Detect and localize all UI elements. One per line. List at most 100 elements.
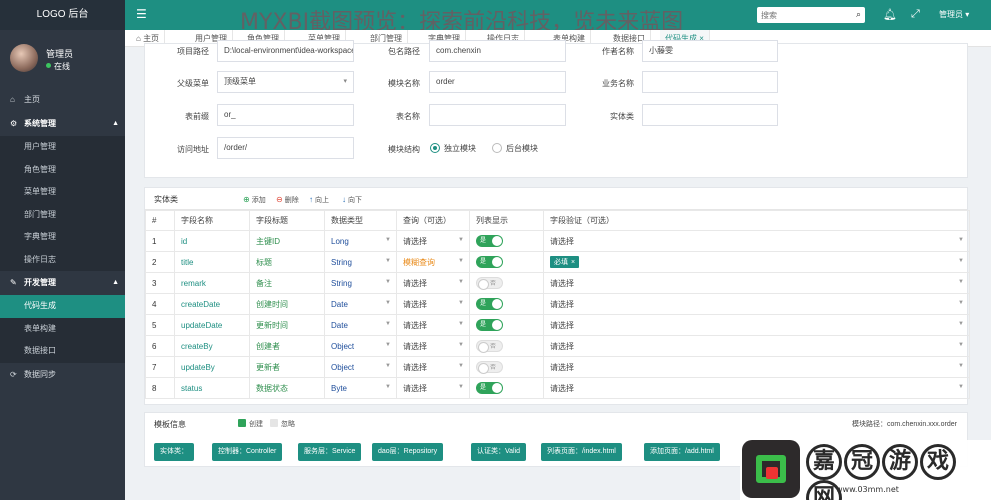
cell-validation[interactable]: 请选择 ▼: [543, 377, 970, 399]
list-show-toggle[interactable]: 否: [476, 361, 503, 374]
fullscreen-icon[interactable]: ⤢: [911, 8, 920, 21]
delete-button[interactable]: ⊖ 删除: [276, 195, 299, 205]
list-show-toggle[interactable]: 是: [476, 298, 503, 310]
cell-data-type[interactable]: Long ▼: [324, 230, 397, 252]
sidebar-item-home[interactable]: ⌂ 主页: [0, 88, 125, 112]
cell-query[interactable]: 模糊查询 ▼: [396, 251, 470, 273]
cell-validation[interactable]: 请选择 ▼: [543, 272, 970, 294]
cell-field-name[interactable]: status: [174, 377, 250, 399]
cell-data-type[interactable]: Byte ▼: [324, 377, 397, 399]
cell-query[interactable]: 请选择 ▼: [396, 314, 470, 336]
sidebar-item-dictionary[interactable]: 字典管理: [0, 226, 125, 249]
cell-query[interactable]: 请选择 ▼: [396, 293, 470, 315]
template-add-page-button[interactable]: 添加页面：/add.html: [644, 443, 720, 461]
cell-field-title[interactable]: 数据状态: [249, 377, 325, 399]
search-input[interactable]: [757, 7, 847, 23]
list-show-toggle[interactable]: 是: [476, 235, 503, 247]
cell-field-name[interactable]: createDate: [174, 293, 250, 315]
required-tag[interactable]: 必填 ×: [550, 256, 580, 268]
cell-query[interactable]: 请选择 ▼: [396, 335, 470, 357]
cell-query[interactable]: 请选择 ▼: [396, 272, 470, 294]
sidebar-item-dataapi[interactable]: 数据接口: [0, 340, 125, 363]
cell-data-type[interactable]: Object ▼: [324, 335, 397, 357]
cell-query[interactable]: 请选择 ▼: [396, 356, 470, 378]
move-down-button[interactable]: ↓ 向下: [342, 195, 362, 205]
list-show-toggle[interactable]: 是: [476, 256, 503, 268]
cell-validation[interactable]: 请选择 ▼: [543, 314, 970, 336]
move-up-button[interactable]: ↑ 向上: [309, 195, 329, 205]
cell-validation[interactable]: 请选择 ▼: [543, 230, 970, 252]
search-icon[interactable]: ⌕: [856, 9, 861, 20]
sidebar-item-roles[interactable]: 角色管理: [0, 158, 125, 181]
sidebar-item-departments[interactable]: 部门管理: [0, 203, 125, 226]
table-name-input[interactable]: [429, 104, 566, 126]
chevron-down-icon: ▼: [958, 342, 964, 348]
sidebar-item-codegen[interactable]: 代码生成: [0, 295, 125, 318]
author-input[interactable]: 小藤雯: [642, 40, 778, 62]
sidebar-item-sync[interactable]: ⟳ 数据同步: [0, 363, 125, 387]
sidebar-item-oplog[interactable]: 操作日志: [0, 248, 125, 271]
cell-field-name[interactable]: updateBy: [174, 356, 250, 378]
template-repository-button[interactable]: dao层：Repository: [372, 443, 444, 461]
cell-validation[interactable]: 请选择 ▼: [543, 335, 970, 357]
cell-field-name[interactable]: remark: [174, 272, 250, 294]
cell-data-type[interactable]: Object ▼: [324, 356, 397, 378]
sidebar-item-menus[interactable]: 菜单管理: [0, 181, 125, 204]
cell-data-type[interactable]: Date ▼: [324, 314, 397, 336]
chevron-down-icon: ▼: [958, 279, 964, 285]
cell-query[interactable]: 请选择 ▼: [396, 377, 470, 399]
path-input[interactable]: D:\local-environment\idea-workspace2: [217, 40, 354, 62]
bell-icon[interactable]: 🔔︎: [883, 8, 897, 21]
url-input[interactable]: /order/: [217, 137, 354, 159]
module-name-input[interactable]: order: [429, 71, 566, 93]
radio-standalone[interactable]: 独立模块: [430, 143, 476, 154]
close-icon[interactable]: ×: [571, 259, 575, 266]
cell-field-name[interactable]: createBy: [174, 335, 250, 357]
cell-validation[interactable]: 请选择 ▼: [543, 293, 970, 315]
cell-data-type[interactable]: Date ▼: [324, 293, 397, 315]
radio-backend[interactable]: 后台模块: [492, 143, 538, 154]
template-list-page-button[interactable]: 列表页面：/index.html: [541, 443, 622, 461]
sidebar-item-users[interactable]: 用户管理: [0, 136, 125, 159]
create-checkbox[interactable]: 创建: [238, 419, 263, 429]
parent-menu-select[interactable]: 顶级菜单 ▾: [217, 71, 354, 93]
template-valid-button[interactable]: 认证类：Valid: [471, 443, 527, 461]
cell-field-title[interactable]: 创建者: [249, 335, 325, 357]
cell-data-type[interactable]: String ▼: [324, 251, 397, 273]
app-logo[interactable]: LOGO 后台: [0, 0, 125, 30]
list-show-toggle[interactable]: 是: [476, 382, 503, 394]
cell-data-type[interactable]: String ▼: [324, 272, 397, 294]
template-service-button[interactable]: 服务层：Service: [298, 443, 362, 461]
ignore-checkbox[interactable]: 忽略: [270, 419, 295, 429]
cell-field-title[interactable]: 标题: [249, 251, 325, 273]
template-entity-button[interactable]: 实体类：: [154, 443, 194, 461]
search-box[interactable]: ⌕: [757, 7, 865, 23]
template-controller-button[interactable]: 控制器：Controller: [212, 443, 283, 461]
entity-class-input[interactable]: [642, 104, 778, 126]
cell-field-name[interactable]: updateDate: [174, 314, 250, 336]
cell-field-title[interactable]: 更新者: [249, 356, 325, 378]
cell-field-title[interactable]: 备注: [249, 272, 325, 294]
cell-field-name[interactable]: id: [174, 230, 250, 252]
menu-toggle-icon[interactable]: ☰: [136, 8, 148, 20]
sidebar-item-formbuild[interactable]: 表单构建: [0, 317, 125, 340]
list-show-toggle[interactable]: 是: [476, 319, 503, 331]
user-menu[interactable]: 管理员 ▾: [939, 9, 969, 20]
list-show-toggle[interactable]: 否: [476, 340, 503, 353]
avatar[interactable]: [10, 44, 38, 72]
list-show-toggle[interactable]: 否: [476, 277, 503, 290]
table-prefix-input[interactable]: or_: [217, 104, 354, 126]
cell-field-title[interactable]: 主键ID: [249, 230, 325, 252]
package-input[interactable]: com.chenxin: [429, 40, 566, 62]
add-button[interactable]: ⊕ 添加: [243, 195, 266, 205]
cell-field-name[interactable]: title: [174, 251, 250, 273]
cell-field-title[interactable]: 更新时间: [249, 314, 325, 336]
sidebar-group-dev[interactable]: ✎ 开发管理 ▲: [0, 271, 125, 295]
table-row: 3 remark 备注 String ▼ 请选择 ▼ 否 请选择 ▼: [145, 272, 970, 294]
business-name-input[interactable]: [642, 71, 778, 93]
cell-validation[interactable]: 必填 × ▼: [543, 251, 970, 273]
sidebar-group-system[interactable]: ⚙ 系统管理 ▲: [0, 112, 125, 136]
cell-validation[interactable]: 请选择 ▼: [543, 356, 970, 378]
cell-field-title[interactable]: 创建时间: [249, 293, 325, 315]
cell-query[interactable]: 请选择 ▼: [396, 230, 470, 252]
